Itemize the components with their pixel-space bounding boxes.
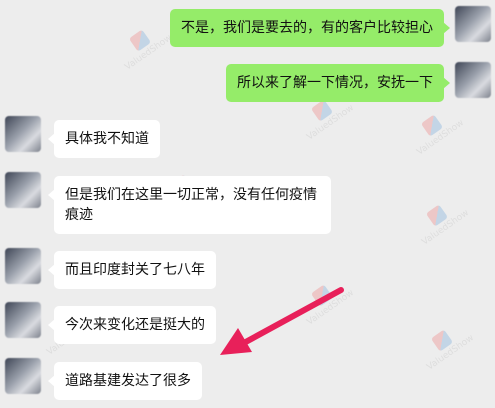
annotation-arrow-icon — [220, 287, 344, 355]
